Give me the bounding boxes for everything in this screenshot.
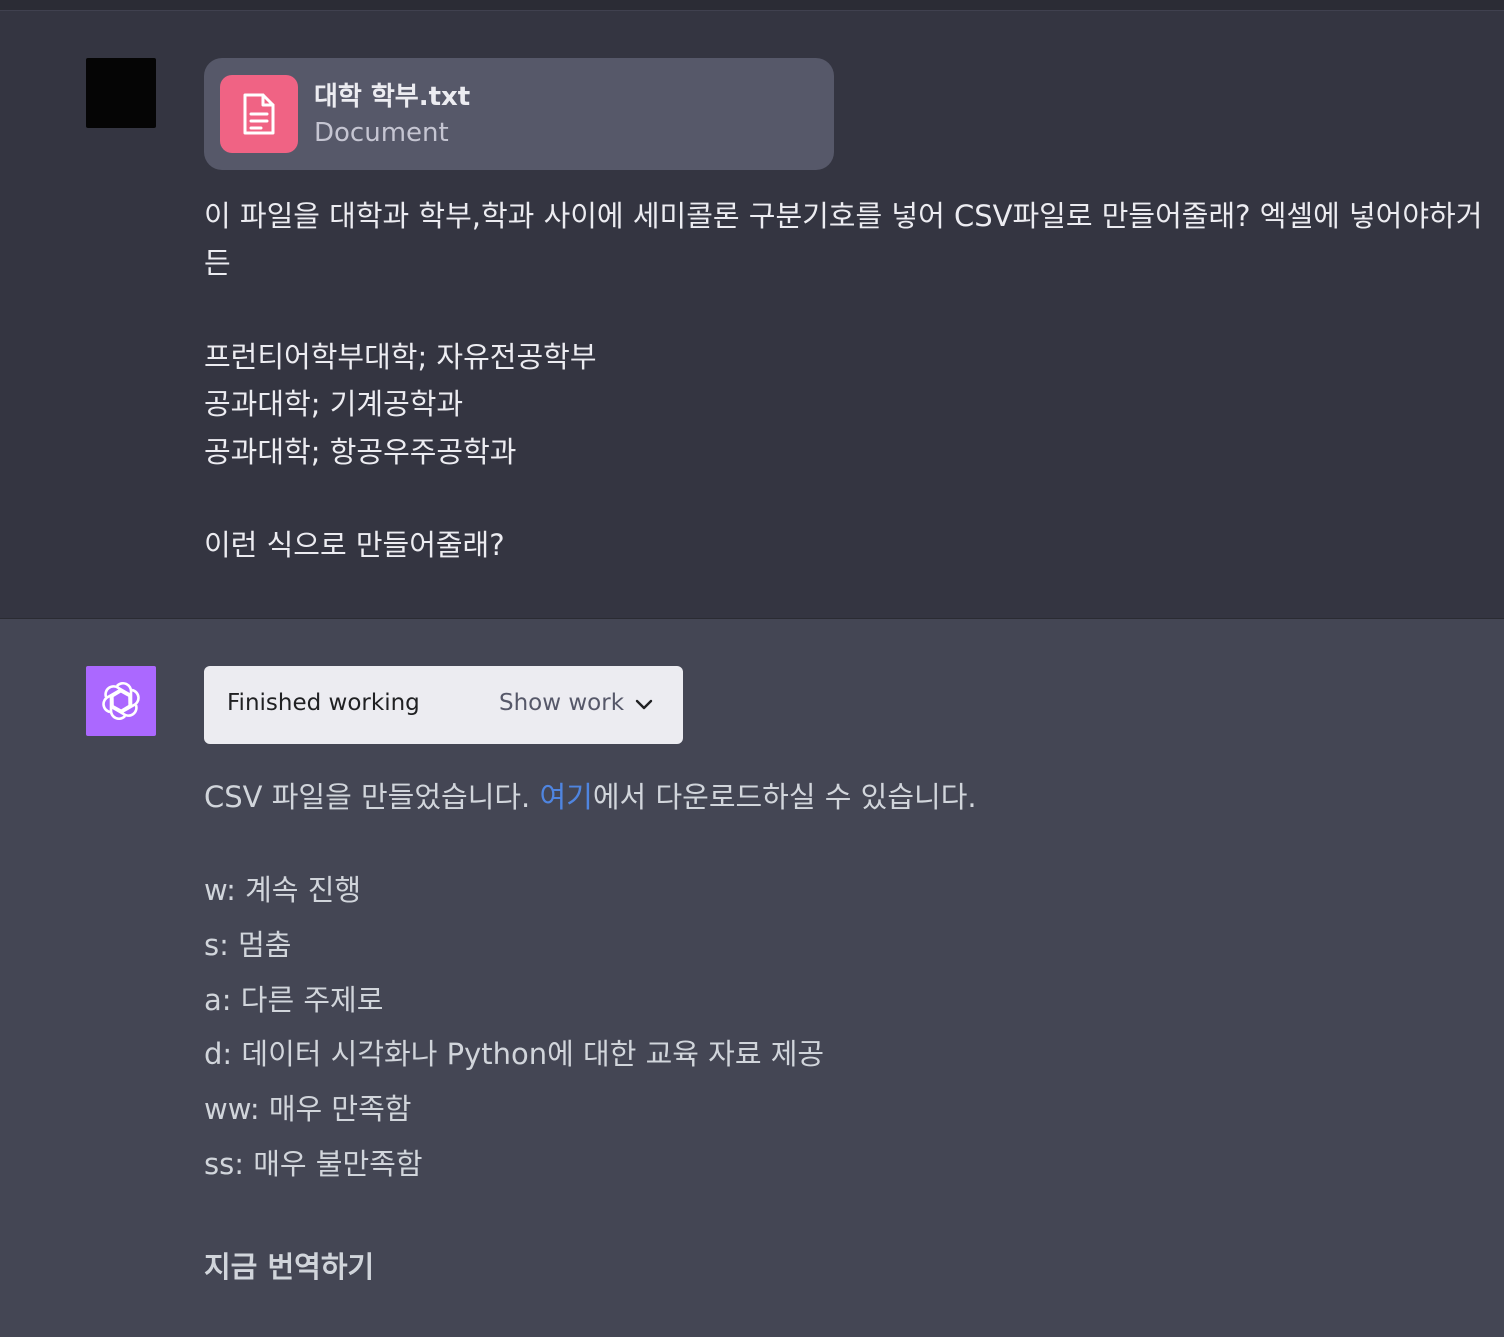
user-message-line: 프런티어학부대학; 자유전공학부 (204, 340, 597, 374)
document-icon (220, 75, 298, 153)
intro-after: 에서 다운로드하실 수 있습니다. (592, 780, 977, 814)
user-avatar (86, 58, 156, 128)
tool-status-text: Finished working (227, 690, 420, 716)
option-item: w: 계속 진행 (204, 873, 362, 907)
option-item: d: 데이터 시각화나 Python에 대한 교육 자료 제공 (204, 1037, 825, 1071)
option-item: a: 다른 주제로 (204, 983, 384, 1017)
assistant-intro-text: CSV 파일을 만들었습니다. 여기에서 다운로드하실 수 있습니다. (204, 774, 977, 816)
option-item: ww: 매우 만족함 (204, 1092, 412, 1126)
tool-status-panel: Finished working Show work (204, 666, 683, 744)
download-link[interactable]: 여기 (540, 780, 593, 814)
option-item: s: 멈춤 (204, 928, 292, 962)
intro-before: CSV 파일을 만들었습니다. (204, 780, 540, 814)
top-divider (0, 0, 1504, 11)
user-message-line: 공과대학; 항공우주공학과 (204, 435, 517, 469)
user-message-line: 이런 식으로 만들어줄래? (204, 528, 505, 562)
file-type: Document (314, 118, 449, 148)
user-message-line: 공과대학; 기계공학과 (204, 387, 464, 421)
option-item: ss: 매우 불만족함 (204, 1147, 423, 1181)
assistant-avatar (86, 666, 156, 736)
openai-logo-icon (102, 681, 140, 721)
chevron-down-icon[interactable] (632, 692, 656, 716)
show-work-button[interactable]: Show work (499, 690, 624, 716)
translate-now-label: 지금 번역하기 (204, 1250, 375, 1284)
file-attachment-card[interactable]: 대학 학부.txt Document (204, 58, 834, 170)
user-message-line: 이 파일을 대학과 학부,학과 사이에 세미콜론 구분기호를 넣어 CSV파일로… (204, 199, 1483, 233)
user-message-line: 든 (204, 246, 231, 280)
file-name: 대학 학부.txt (314, 82, 471, 112)
